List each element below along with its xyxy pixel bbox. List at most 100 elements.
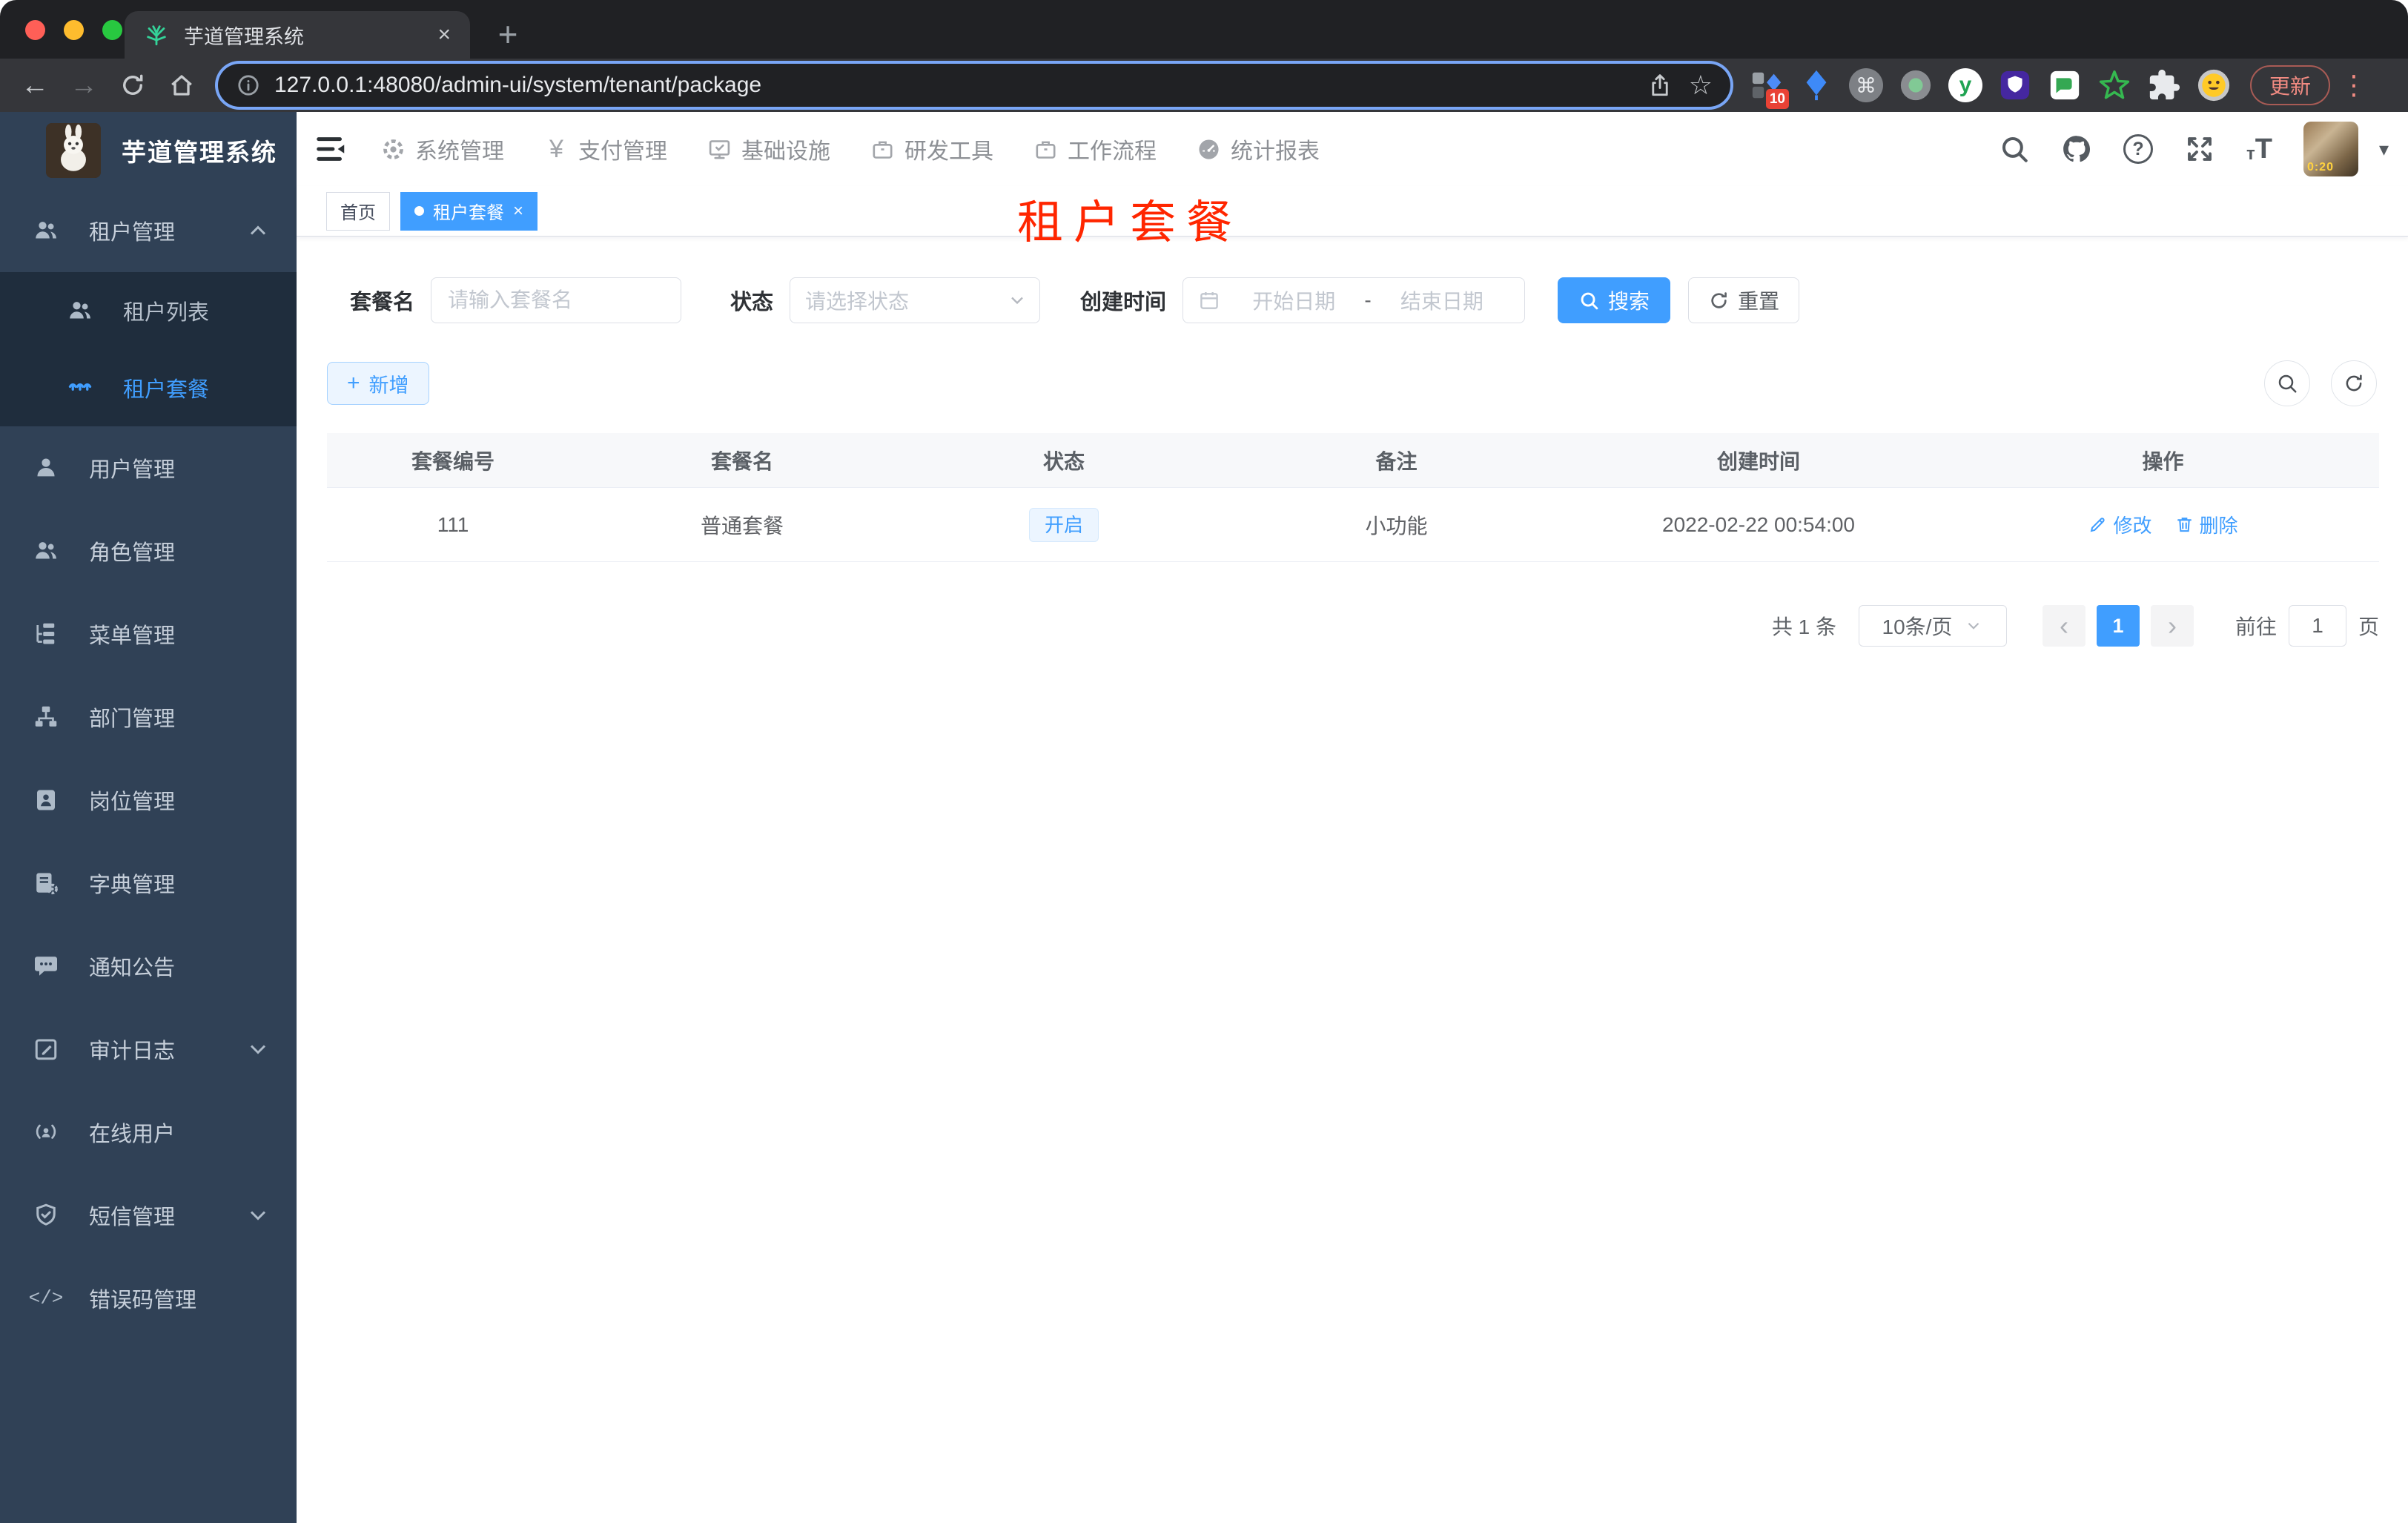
font-size-icon[interactable]: тT — [2246, 135, 2272, 163]
top-nav-system[interactable]: 系统管理 — [381, 133, 504, 165]
package-name-input[interactable] — [431, 277, 682, 323]
tag-close-icon[interactable]: × — [513, 201, 523, 222]
site-info-icon[interactable] — [236, 73, 261, 98]
top-nav-payment[interactable]: ¥ 支付管理 — [544, 133, 667, 165]
top-nav-infra[interactable]: 基础设施 — [707, 133, 830, 165]
search-icon[interactable] — [1999, 133, 2030, 165]
cell-created-time: 2022-02-22 00:54:00 — [1662, 512, 1855, 536]
reset-button[interactable]: 重置 — [1688, 277, 1800, 323]
url-bar[interactable]: 127.0.0.1:48080/admin-ui/system/tenant/p… — [218, 64, 1730, 107]
column-header: 创建时间 — [1716, 449, 1800, 473]
show-search-button[interactable] — [2264, 360, 2310, 406]
page-size-select[interactable]: 10条/页 — [1858, 605, 2007, 647]
extension-tabs-icon[interactable]: 10 — [1750, 68, 1789, 109]
extensions-bar: 10 ⌘ y — [1750, 68, 2231, 109]
extension-vue-devtools-icon[interactable]: y — [1948, 68, 1982, 102]
current-page[interactable]: 1 — [2096, 605, 2140, 647]
new-tab-button[interactable]: + — [486, 13, 529, 56]
goto-page-input[interactable] — [2288, 605, 2346, 647]
sidebar-item-tenant-list[interactable]: 租户列表 — [0, 272, 297, 349]
search-button[interactable]: 搜索 — [1558, 277, 1671, 323]
sidebar-item-dict-mgmt[interactable]: 字典管理 — [0, 842, 297, 925]
sidebar-submenu-tenant: 租户列表 租户套餐 — [0, 272, 297, 426]
top-nav-dev-tools[interactable]: 研发工具 — [870, 133, 993, 165]
chevron-down-icon — [245, 1202, 271, 1229]
extension-shield-icon[interactable] — [1998, 68, 2032, 102]
date-range-picker[interactable]: 开始日期 - 结束日期 — [1182, 277, 1526, 323]
tab-close-icon[interactable]: × — [437, 22, 451, 47]
header-actions: ? тT 0:20 ▾ — [1999, 122, 2389, 176]
pager: ‹ 1 › — [2042, 605, 2194, 647]
close-window-button[interactable] — [25, 20, 45, 40]
sidebar-item-notice[interactable]: 通知公告 — [0, 925, 297, 1008]
help-icon[interactable]: ? — [2123, 134, 2153, 164]
url-text[interactable]: 127.0.0.1:48080/admin-ui/system/tenant/p… — [274, 73, 1634, 98]
forward-button[interactable]: → — [64, 65, 104, 105]
extension-kite-icon[interactable] — [1799, 68, 1833, 102]
extensions-puzzle-icon[interactable] — [2147, 68, 2181, 102]
tree-table-icon — [33, 621, 59, 647]
add-button[interactable]: + 新增 — [327, 362, 429, 405]
reload-button[interactable] — [113, 65, 153, 105]
prev-page-button[interactable]: ‹ — [2042, 605, 2086, 647]
end-date-placeholder[interactable]: 结束日期 — [1375, 285, 1509, 315]
cell-actions: 修改 删除 — [1947, 511, 2379, 538]
org-tree-icon — [33, 704, 59, 730]
status-select[interactable]: 请选择状态 — [790, 277, 1041, 323]
sidebar-item-error-code[interactable]: </> 错误码管理 — [0, 1257, 297, 1340]
extension-command-icon[interactable]: ⌘ — [1849, 68, 1883, 102]
browser-tab[interactable]: 芋道管理系统 × — [125, 11, 470, 59]
browser-menu-icon[interactable]: ⋮ — [2341, 70, 2367, 101]
sidebar-item-menu-mgmt[interactable]: 菜单管理 — [0, 592, 297, 675]
share-icon[interactable] — [1647, 73, 1673, 98]
minimize-window-button[interactable] — [64, 20, 84, 40]
bookmark-star-icon[interactable]: ☆ — [1689, 70, 1713, 101]
created-time-label: 创建时间 — [1080, 291, 1167, 314]
extension-star-icon[interactable] — [2097, 68, 2131, 102]
chevron-up-icon — [245, 217, 271, 244]
range-separator: - — [1364, 288, 1372, 311]
sidebar-item-audit-log[interactable]: 审计日志 — [0, 1008, 297, 1091]
collapse-sidebar-icon[interactable] — [314, 132, 348, 166]
extension-recorder-icon[interactable] — [1899, 68, 1933, 102]
github-icon[interactable] — [2061, 133, 2092, 165]
fullscreen-icon[interactable] — [2184, 133, 2215, 165]
edit-link[interactable]: 修改 — [2088, 511, 2152, 538]
top-nav-workflow[interactable]: 工作流程 — [1033, 133, 1157, 165]
extension-emoji-icon[interactable] — [2197, 68, 2231, 102]
chevron-down-icon — [1007, 290, 1028, 311]
sidebar-item-tenant-package[interactable]: 租户套餐 — [0, 349, 297, 426]
table-row: 111 普通套餐 开启 小功能 2022-02-22 00:54:00 修改 删… — [327, 488, 2379, 562]
tag-home[interactable]: 首页 — [326, 191, 390, 231]
sidebar-item-role-mgmt[interactable]: 角色管理 — [0, 509, 297, 592]
sidebar-item-label: 租户列表 — [123, 301, 210, 325]
calendar-icon — [1198, 289, 1220, 311]
briefcase-icon — [870, 137, 895, 162]
chrome-update-button[interactable]: 更新 — [2250, 65, 2331, 105]
refresh-table-button[interactable] — [2331, 360, 2377, 406]
window-controls — [25, 20, 122, 40]
sidebar-item-online-users[interactable]: 在线用户 — [0, 1091, 297, 1174]
extension-badge: 10 — [1765, 89, 1789, 109]
sidebar-item-user-mgmt[interactable]: 用户管理 — [0, 426, 297, 509]
code-icon: </> — [28, 1287, 64, 1309]
zoom-window-button[interactable] — [102, 20, 122, 40]
next-page-button[interactable]: › — [2150, 605, 2194, 647]
sidebar-item-post-mgmt[interactable]: 岗位管理 — [0, 759, 297, 842]
extension-translate-icon[interactable] — [2048, 68, 2082, 102]
data-table: 套餐编号 套餐名 状态 备注 创建时间 操作 111 普通套餐 开启 小功能 2… — [327, 433, 2379, 562]
start-date-placeholder[interactable]: 开始日期 — [1226, 285, 1361, 315]
app-shell: 芋道管理系统 租户管理 租户列表 租户套餐 用户管理 角色管理 菜单管理 部门管… — [0, 112, 2408, 1523]
sidebar-item-tenant-group[interactable]: 租户管理 — [0, 189, 297, 272]
sidebar-logo-row[interactable]: 芋道管理系统 — [0, 112, 297, 189]
app-title: 芋道管理系统 — [122, 139, 277, 166]
top-nav-report[interactable]: 统计报表 — [1197, 133, 1320, 165]
home-button[interactable] — [162, 65, 202, 105]
back-button[interactable]: ← — [15, 65, 55, 105]
sidebar-item-dept-mgmt[interactable]: 部门管理 — [0, 675, 297, 759]
delete-link[interactable]: 删除 — [2174, 511, 2238, 538]
tag-tenant-package[interactable]: 租户套餐 × — [400, 191, 538, 231]
avatar[interactable]: 0:20 — [2303, 122, 2358, 176]
sidebar-item-sms-mgmt[interactable]: 短信管理 — [0, 1174, 297, 1257]
caret-down-icon[interactable]: ▾ — [2379, 138, 2389, 161]
